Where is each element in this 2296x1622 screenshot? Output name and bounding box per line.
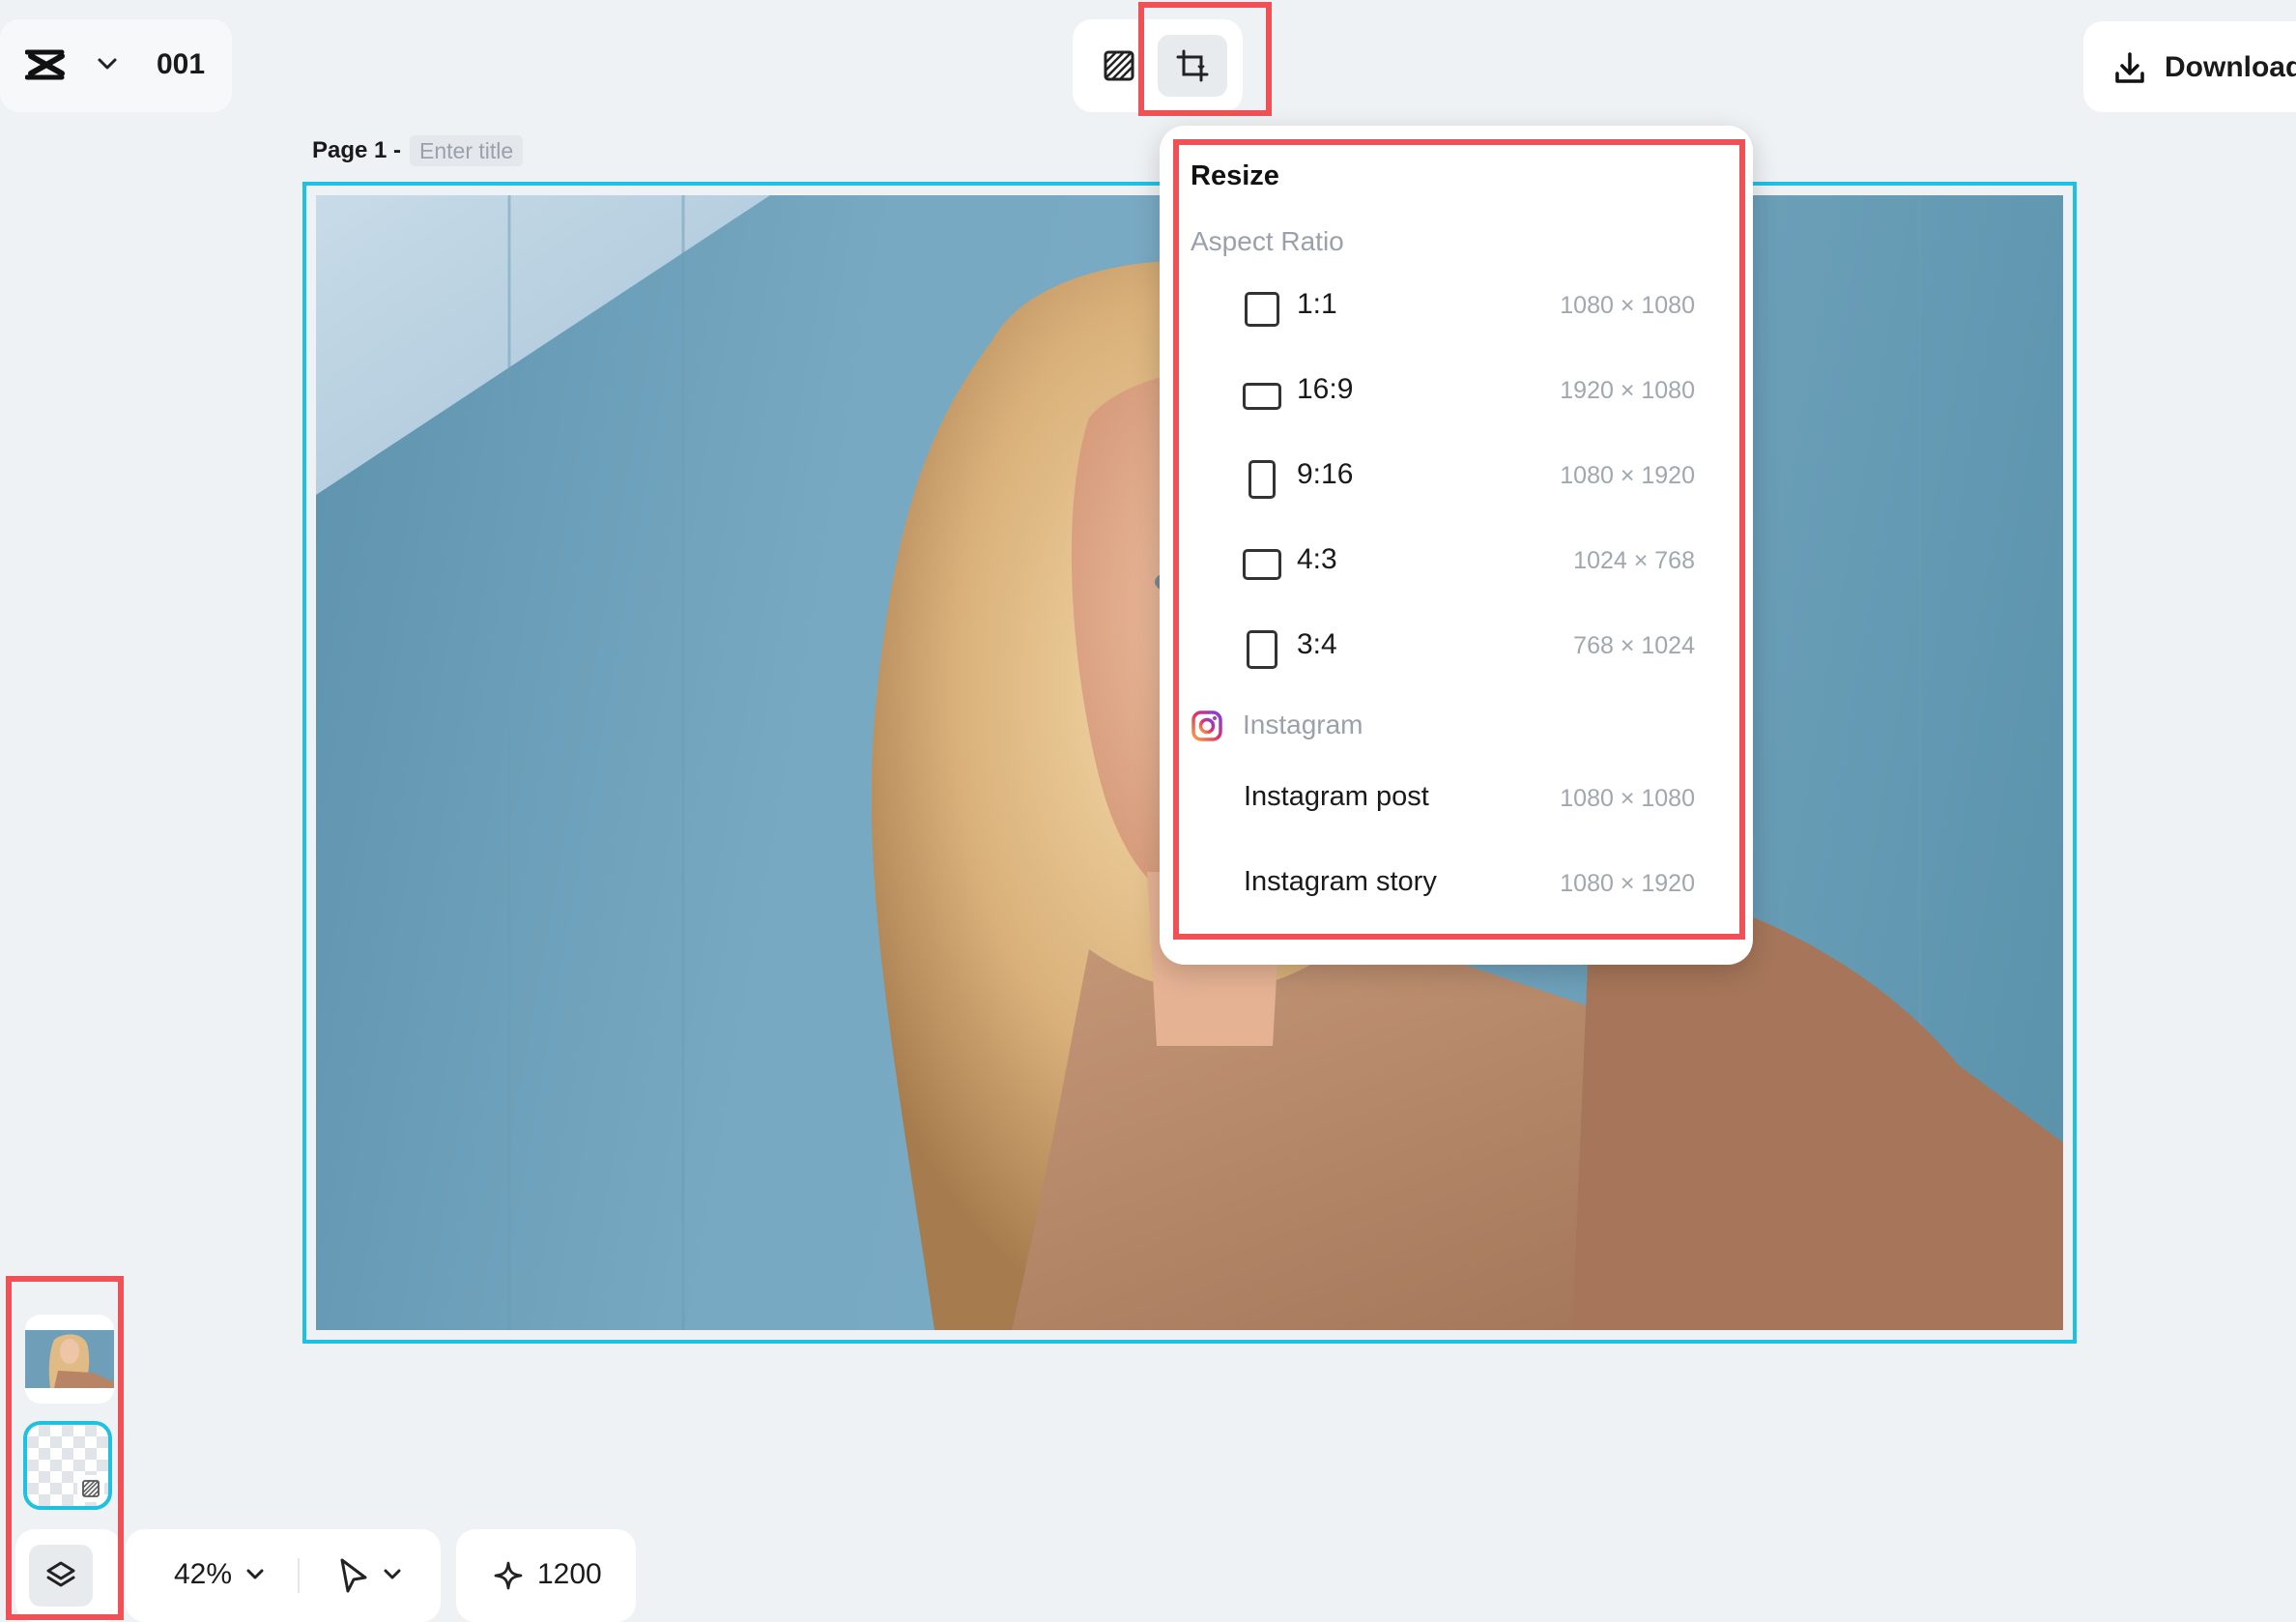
toolbar-divider [298, 1558, 300, 1593]
page-thumbnail-1[interactable] [25, 1315, 114, 1404]
instagram-option-label: Instagram post [1244, 781, 1429, 812]
instagram-heading: Instagram [1191, 710, 1363, 742]
layers-button[interactable] [15, 1529, 122, 1622]
aspect-option-label: 1:1 [1297, 288, 1337, 320]
zoom-toolbar: 42% [126, 1529, 441, 1622]
aspect-option-4-3[interactable]: 4:3 1024 × 768 [1160, 522, 1753, 607]
background-pattern-icon[interactable] [1094, 41, 1144, 91]
aspect-option-label: 4:3 [1297, 543, 1337, 575]
credits-button[interactable]: 1200 [456, 1529, 636, 1622]
chevron-down-icon[interactable] [245, 1568, 265, 1581]
chevron-down-icon[interactable] [383, 1568, 402, 1581]
resize-icon [1176, 49, 1209, 82]
project-menu[interactable]: 001 [0, 19, 232, 112]
page-title-input[interactable]: Enter title [410, 135, 524, 166]
pointer-tool-icon[interactable] [336, 1556, 371, 1595]
aspect-option-label: 9:16 [1297, 458, 1354, 490]
page-thumbnail-2[interactable] [23, 1421, 112, 1510]
aspect-option-16-9[interactable]: 16:9 1920 × 1080 [1160, 352, 1753, 437]
aspect-4-3-icon [1243, 549, 1281, 580]
project-name[interactable]: 001 [157, 48, 205, 81]
sparkle-icon [493, 1560, 524, 1591]
aspect-3-4-icon [1247, 630, 1277, 669]
canvas-toolbar [1073, 19, 1243, 112]
aspect-option-size: 1080 × 1920 [1560, 462, 1695, 489]
aspect-1-1-icon [1245, 292, 1279, 327]
instagram-icon [1191, 710, 1222, 741]
aspect-option-size: 1024 × 768 [1573, 547, 1695, 574]
background-pattern-icon [77, 1475, 104, 1502]
resize-menu-title: Resize [1191, 160, 1279, 191]
aspect-option-size: 1920 × 1080 [1560, 377, 1695, 404]
instagram-option-size: 1080 × 1920 [1560, 870, 1695, 897]
resize-menu: Resize Aspect Ratio 1:1 1080 × 1080 16:9… [1160, 126, 1753, 965]
page-label: Page 1 - [312, 137, 402, 163]
resize-button[interactable] [1158, 35, 1227, 97]
instagram-story-option[interactable]: Instagram story 1080 × 1920 [1160, 845, 1753, 930]
aspect-option-size: 1080 × 1080 [1560, 292, 1695, 319]
instagram-option-size: 1080 × 1080 [1560, 785, 1695, 812]
download-label: Download [2165, 51, 2296, 83]
instagram-heading-label: Instagram [1243, 710, 1363, 739]
aspect-option-9-16[interactable]: 9:16 1080 × 1920 [1160, 437, 1753, 522]
layers-icon [29, 1545, 93, 1607]
aspect-option-3-4[interactable]: 3:4 768 × 1024 [1160, 607, 1753, 692]
credits-count: 1200 [537, 1558, 602, 1590]
download-icon [2112, 50, 2147, 85]
aspect-9-16-icon [1248, 460, 1276, 499]
aspect-16-9-icon [1243, 383, 1281, 410]
aspect-option-label: 3:4 [1297, 628, 1337, 660]
aspect-option-1-1[interactable]: 1:1 1080 × 1080 [1160, 267, 1753, 352]
aspect-ratio-heading: Aspect Ratio [1191, 226, 1344, 256]
instagram-post-option[interactable]: Instagram post 1080 × 1080 [1160, 760, 1753, 845]
chevron-down-icon[interactable] [97, 56, 118, 72]
zoom-level[interactable]: 42% [174, 1558, 232, 1591]
download-button[interactable]: Download [2083, 21, 2296, 112]
aspect-option-size: 768 × 1024 [1573, 632, 1695, 659]
capcut-logo-icon [25, 48, 68, 81]
instagram-option-label: Instagram story [1244, 866, 1437, 897]
aspect-option-label: 16:9 [1297, 373, 1354, 405]
